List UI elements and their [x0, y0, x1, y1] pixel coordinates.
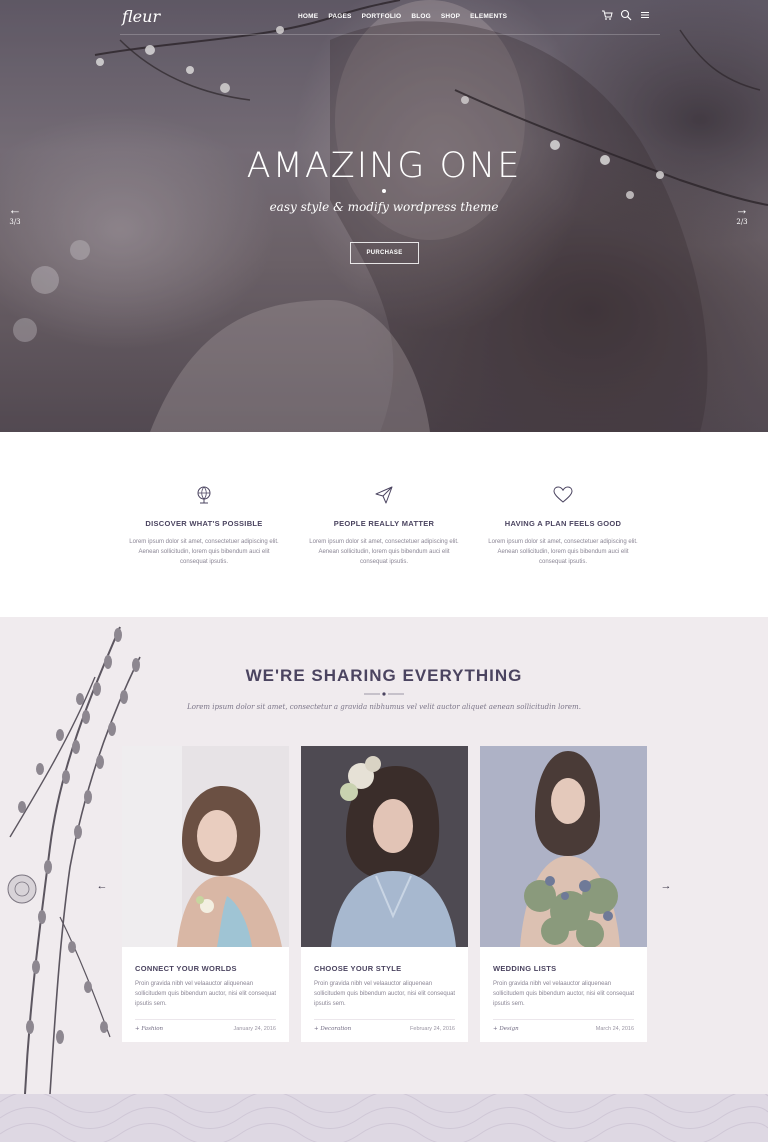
menu-item-shop[interactable]: SHOP [441, 13, 460, 20]
footer-pattern-band [0, 1094, 768, 1142]
card-divider [314, 1019, 455, 1020]
arrow-right-icon: → [735, 202, 749, 217]
hero-overlay [0, 0, 768, 432]
paper-plane-icon [375, 486, 393, 504]
hero-subtitle: easy style & modify wordpress theme [269, 200, 499, 214]
feature-title: DISCOVER WHAT'S POSSIBLE [145, 519, 263, 528]
logo[interactable]: fleur [122, 7, 160, 26]
blog-card[interactable]: CHOOSE YOUR STYLE Proin gravida nibh vel… [301, 746, 468, 1042]
card-date: January 24, 2016 [233, 1026, 276, 1032]
card-category-label[interactable]: Design [499, 1026, 518, 1032]
card-divider [493, 1019, 634, 1020]
card-excerpt: Proin gravida nibh vel velaauctor alique… [314, 981, 456, 1007]
menu-item-elements[interactable]: ELEMENTS [470, 13, 507, 20]
card-category[interactable]: + Fashion [135, 1026, 163, 1032]
card-date: February 24, 2016 [410, 1026, 455, 1032]
feature-title: HAVING A PLAN FEELS GOOD [504, 519, 622, 528]
slider-prev-button[interactable]: ← 3/3 [6, 203, 24, 233]
feature-text: Lorem ipsum dolor sit amet, consectetuer… [309, 539, 459, 565]
carousel-next-button[interactable]: → [659, 879, 673, 893]
hero-title: AMAZING ONE [246, 146, 522, 186]
hero-slider: fleur HOME PAGES PORTFOLIO BLOG SHOP ELE… [0, 0, 768, 432]
heart-icon [553, 486, 573, 503]
title-ornament [364, 692, 404, 696]
card-title[interactable]: CHOOSE YOUR STYLE [314, 964, 401, 973]
carousel-prev-button[interactable]: ← [95, 879, 109, 893]
nav-divider [120, 34, 660, 35]
feature-item: PEOPLE REALLY MATTER Lorem ipsum dolor s… [304, 484, 464, 567]
card-excerpt: Proin gravida nibh vel velaauctor alique… [135, 981, 277, 1007]
card-category[interactable]: + Design [493, 1026, 519, 1032]
hero-title-dot [382, 189, 386, 193]
leaf-pattern [0, 1094, 768, 1142]
menu-icon[interactable] [639, 9, 651, 21]
card-image[interactable] [301, 746, 468, 947]
slider-next-button[interactable]: → 2/3 [733, 203, 751, 233]
slide-counter-prev: 3/3 [9, 218, 21, 226]
blog-card[interactable]: CONNECT YOUR WORLDS Proin gravida nibh v… [122, 746, 289, 1042]
arrow-left-icon: ← [8, 202, 22, 217]
feature-item: DISCOVER WHAT'S POSSIBLE Lorem ipsum dol… [124, 484, 284, 567]
features-section: DISCOVER WHAT'S POSSIBLE Lorem ipsum dol… [0, 432, 768, 617]
card-date: March 24, 2016 [595, 1026, 634, 1032]
sharing-section: WE'RE SHARING EVERYTHING Lorem ipsum dol… [0, 617, 768, 1094]
main-menu: HOME PAGES PORTFOLIO BLOG SHOP ELEMENTS [298, 13, 507, 20]
purchase-button[interactable]: PURCHASE [350, 242, 419, 264]
card-image[interactable] [480, 746, 647, 947]
card-category-label[interactable]: Decoration [320, 1026, 351, 1032]
menu-item-portfolio[interactable]: PORTFOLIO [362, 13, 402, 20]
card-title[interactable]: CONNECT YOUR WORLDS [135, 964, 237, 973]
blog-card[interactable]: WEDDING LISTS Proin gravida nibh vel vel… [480, 746, 647, 1042]
feature-item: HAVING A PLAN FEELS GOOD Lorem ipsum dol… [483, 484, 643, 567]
top-navigation: fleur HOME PAGES PORTFOLIO BLOG SHOP ELE… [0, 0, 768, 35]
slide-counter-next: 2/3 [736, 218, 748, 226]
globe-icon [197, 486, 211, 504]
card-title[interactable]: WEDDING LISTS [493, 964, 556, 973]
card-category[interactable]: + Decoration [314, 1026, 351, 1032]
card-divider [135, 1019, 276, 1020]
feature-text: Lorem ipsum dolor sit amet, consectetuer… [488, 539, 638, 565]
feature-text: Lorem ipsum dolor sit amet, consectetuer… [129, 539, 279, 565]
menu-item-home[interactable]: HOME [298, 13, 318, 20]
card-category-label[interactable]: Fashion [141, 1026, 163, 1032]
section-subtitle: Lorem ipsum dolor sit amet, consectetur … [187, 703, 581, 711]
card-excerpt: Proin gravida nibh vel velaauctor alique… [493, 981, 635, 1007]
menu-item-pages[interactable]: PAGES [328, 13, 351, 20]
header-icons [601, 9, 651, 21]
menu-item-blog[interactable]: BLOG [411, 13, 431, 20]
section-title: WE'RE SHARING EVERYTHING [245, 666, 523, 685]
cart-icon[interactable] [601, 9, 613, 21]
search-icon[interactable] [620, 9, 632, 21]
feature-title: PEOPLE REALLY MATTER [333, 519, 435, 528]
card-image[interactable] [122, 746, 289, 947]
